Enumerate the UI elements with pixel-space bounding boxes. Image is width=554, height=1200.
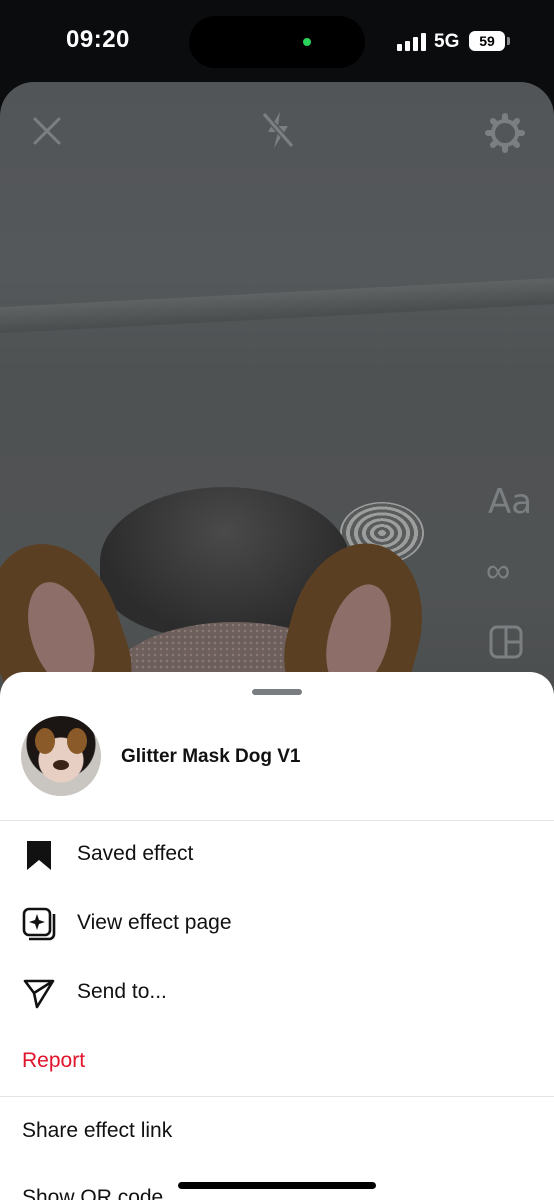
send-to-label: Send to... xyxy=(77,980,167,1003)
ceiling-edge xyxy=(0,275,554,335)
share-effect-link-button[interactable]: Share effect link xyxy=(22,1119,172,1143)
bookmark-icon xyxy=(27,841,51,870)
send-to-button[interactable]: Send to... xyxy=(0,963,554,1023)
effect-name: Glitter Mask Dog V1 xyxy=(121,746,301,767)
report-button[interactable]: Report xyxy=(22,1049,85,1073)
battery-icon: 59 xyxy=(469,31,505,51)
flash-off-icon[interactable] xyxy=(258,108,298,152)
effect-avatar xyxy=(21,716,101,796)
saved-effect-button[interactable]: Saved effect xyxy=(0,825,554,885)
text-tool-icon[interactable]: Aa xyxy=(488,482,532,522)
send-icon xyxy=(23,979,55,1009)
close-icon[interactable] xyxy=(30,114,64,148)
effect-sparkle-icon xyxy=(22,907,56,941)
network-type: 5G xyxy=(434,31,460,52)
boomerang-icon[interactable]: ∞ xyxy=(486,552,510,591)
signal-icon xyxy=(397,33,427,51)
gear-icon[interactable] xyxy=(484,112,526,154)
saved-effect-label: Saved effect xyxy=(77,842,194,865)
camera-preview[interactable]: Aa ∞ xyxy=(0,82,554,722)
effect-header: Glitter Mask Dog V1 xyxy=(0,716,554,820)
view-effect-page-label: View effect page xyxy=(77,911,232,934)
status-time: 09:20 xyxy=(66,26,130,53)
dynamic-island xyxy=(189,16,365,68)
home-indicator[interactable] xyxy=(178,1182,376,1189)
sheet-grabber[interactable] xyxy=(252,689,302,695)
divider xyxy=(0,820,554,821)
effect-options-sheet: Glitter Mask Dog V1 Saved effect View ef… xyxy=(0,672,554,1200)
camera-active-dot xyxy=(303,38,311,46)
status-bar: 09:20 5G 59 xyxy=(0,0,554,82)
divider xyxy=(0,1096,554,1097)
show-qr-code-button[interactable]: Show QR code xyxy=(22,1186,163,1200)
battery-cap xyxy=(507,37,510,45)
layout-icon[interactable] xyxy=(488,624,524,660)
view-effect-page-button[interactable]: View effect page xyxy=(0,894,554,954)
